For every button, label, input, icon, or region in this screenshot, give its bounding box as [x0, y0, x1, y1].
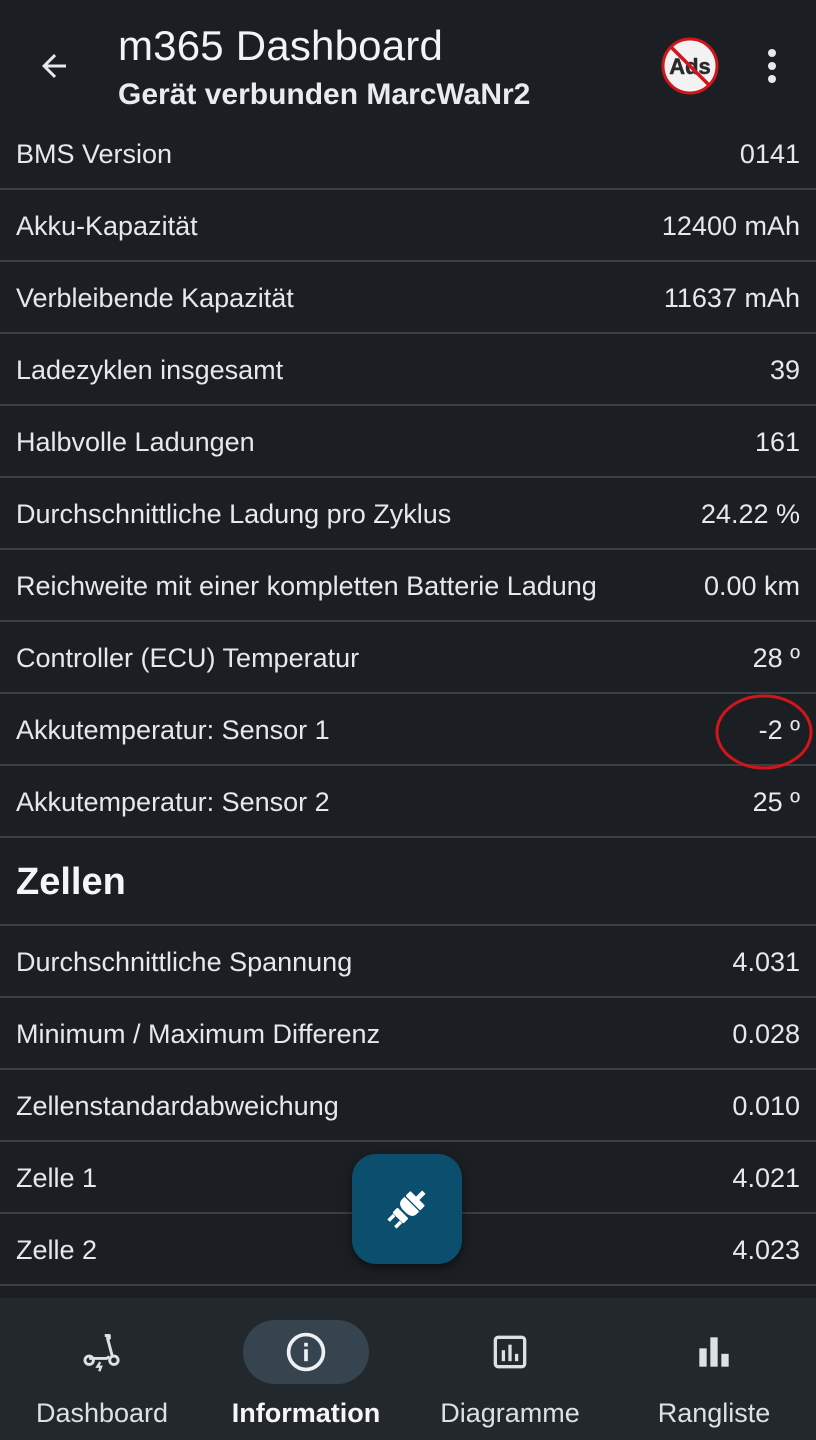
item-value: 4.031 [732, 947, 800, 977]
no-ads-icon: Ads [661, 37, 719, 95]
item-label: Durchschnittliche Ladung pro Zyklus [16, 499, 452, 529]
section-title: Zellen [16, 861, 126, 903]
nav-label: Information [231, 1398, 381, 1428]
item-value: 0141 [739, 139, 800, 169]
more-vert-icon [768, 49, 776, 83]
item-label: Akku-Kapazität [16, 211, 198, 241]
item-value: 0.028 [732, 1019, 800, 1049]
list-item: Reichweite mit einer kompletten Batterie… [0, 550, 816, 622]
nav-label: Dashboard [35, 1398, 169, 1428]
list-item: Verbleibende Kapazität 11637 mAh [0, 262, 816, 334]
bottom-navigation: Dashboard Information Diagramme Ranglist… [0, 1298, 816, 1440]
item-value: 24.22 % [700, 499, 800, 529]
nav-icon-container [651, 1320, 777, 1384]
section-header-cells: Zellen [0, 838, 816, 926]
list-item: Halbvolle Ladungen 161 [0, 406, 816, 478]
app-title: m365 Dashboard [118, 22, 443, 69]
bar-chart-icon [699, 1337, 729, 1367]
nav-dashboard[interactable]: Dashboard [0, 1298, 204, 1440]
arrow-left-icon [42, 54, 66, 78]
nav-information[interactable]: Information [204, 1298, 408, 1440]
list-item: Akkutemperatur: Sensor 2 25 º [0, 766, 816, 838]
list-item: Ladezyklen insgesamt 39 [0, 334, 816, 406]
item-value: 161 [754, 427, 800, 457]
connect-button[interactable] [352, 1154, 462, 1264]
item-value: 0.00 km [703, 571, 800, 601]
nav-label: Rangliste [657, 1398, 771, 1428]
item-value: 12400 mAh [661, 211, 800, 241]
item-value: 25 º [752, 787, 800, 817]
item-label: Halbvolle Ladungen [16, 427, 255, 457]
item-value: 28 º [752, 643, 800, 673]
scooter-icon [83, 1334, 120, 1372]
list-item: Zellenstandardabweichung 0.010 [0, 1070, 816, 1142]
remove-ads-button[interactable]: Ads [658, 34, 722, 98]
annotation-circle [715, 694, 813, 770]
item-value: 4.023 [732, 1235, 800, 1265]
item-label: Akkutemperatur: Sensor 1 [16, 715, 330, 745]
item-value: 0.010 [732, 1091, 800, 1121]
item-label: Controller (ECU) Temperatur [16, 643, 360, 673]
item-label: Verbleibende Kapazität [16, 283, 294, 313]
app-subtitle: Gerät verbunden MarcWaNr2 [118, 78, 531, 111]
item-value: 39 [769, 355, 800, 385]
list-item: Akkutemperatur: Sensor 1 -2 º [0, 694, 816, 766]
nav-rangliste[interactable]: Rangliste [612, 1298, 816, 1440]
nav-icon-container [243, 1320, 369, 1384]
item-label: Ladezyklen insgesamt [16, 355, 284, 385]
app-bar: m365 Dashboard Gerät verbunden MarcWaNr2… [0, 0, 816, 130]
list-item: Minimum / Maximum Differenz 0.028 [0, 998, 816, 1070]
chart-icon [493, 1335, 527, 1369]
item-label: Durchschnittliche Spannung [16, 947, 353, 977]
item-label: Reichweite mit einer kompletten Batterie… [16, 571, 597, 601]
nav-icon-container [39, 1320, 165, 1384]
list-item: Akku-Kapazität 12400 mAh [0, 190, 816, 262]
plug-icon [387, 1190, 426, 1229]
back-button[interactable] [26, 40, 82, 92]
item-label: Zelle 1 [16, 1163, 98, 1193]
more-options-button[interactable] [752, 40, 792, 92]
list-item: Durchschnittliche Ladung pro Zyklus 24.2… [0, 478, 816, 550]
nav-label: Diagramme [440, 1398, 580, 1428]
item-label: BMS Version [16, 139, 173, 169]
list-item: Controller (ECU) Temperatur 28 º [0, 622, 816, 694]
item-label: Minimum / Maximum Differenz [16, 1019, 381, 1049]
item-label: Zellenstandardabweichung [16, 1091, 339, 1121]
list-item: Durchschnittliche Spannung 4.031 [0, 926, 816, 998]
info-list: BMS Version 0141 Akku-Kapazität 12400 mA… [0, 118, 816, 1286]
list-item: BMS Version 0141 [0, 118, 816, 190]
item-value: 4.021 [732, 1163, 800, 1193]
item-label: Akkutemperatur: Sensor 2 [16, 787, 330, 817]
info-icon [286, 1332, 326, 1372]
item-value: 11637 mAh [663, 283, 800, 313]
nav-diagramme[interactable]: Diagramme [408, 1298, 612, 1440]
item-label: Zelle 2 [16, 1235, 98, 1265]
nav-icon-container [447, 1320, 573, 1384]
